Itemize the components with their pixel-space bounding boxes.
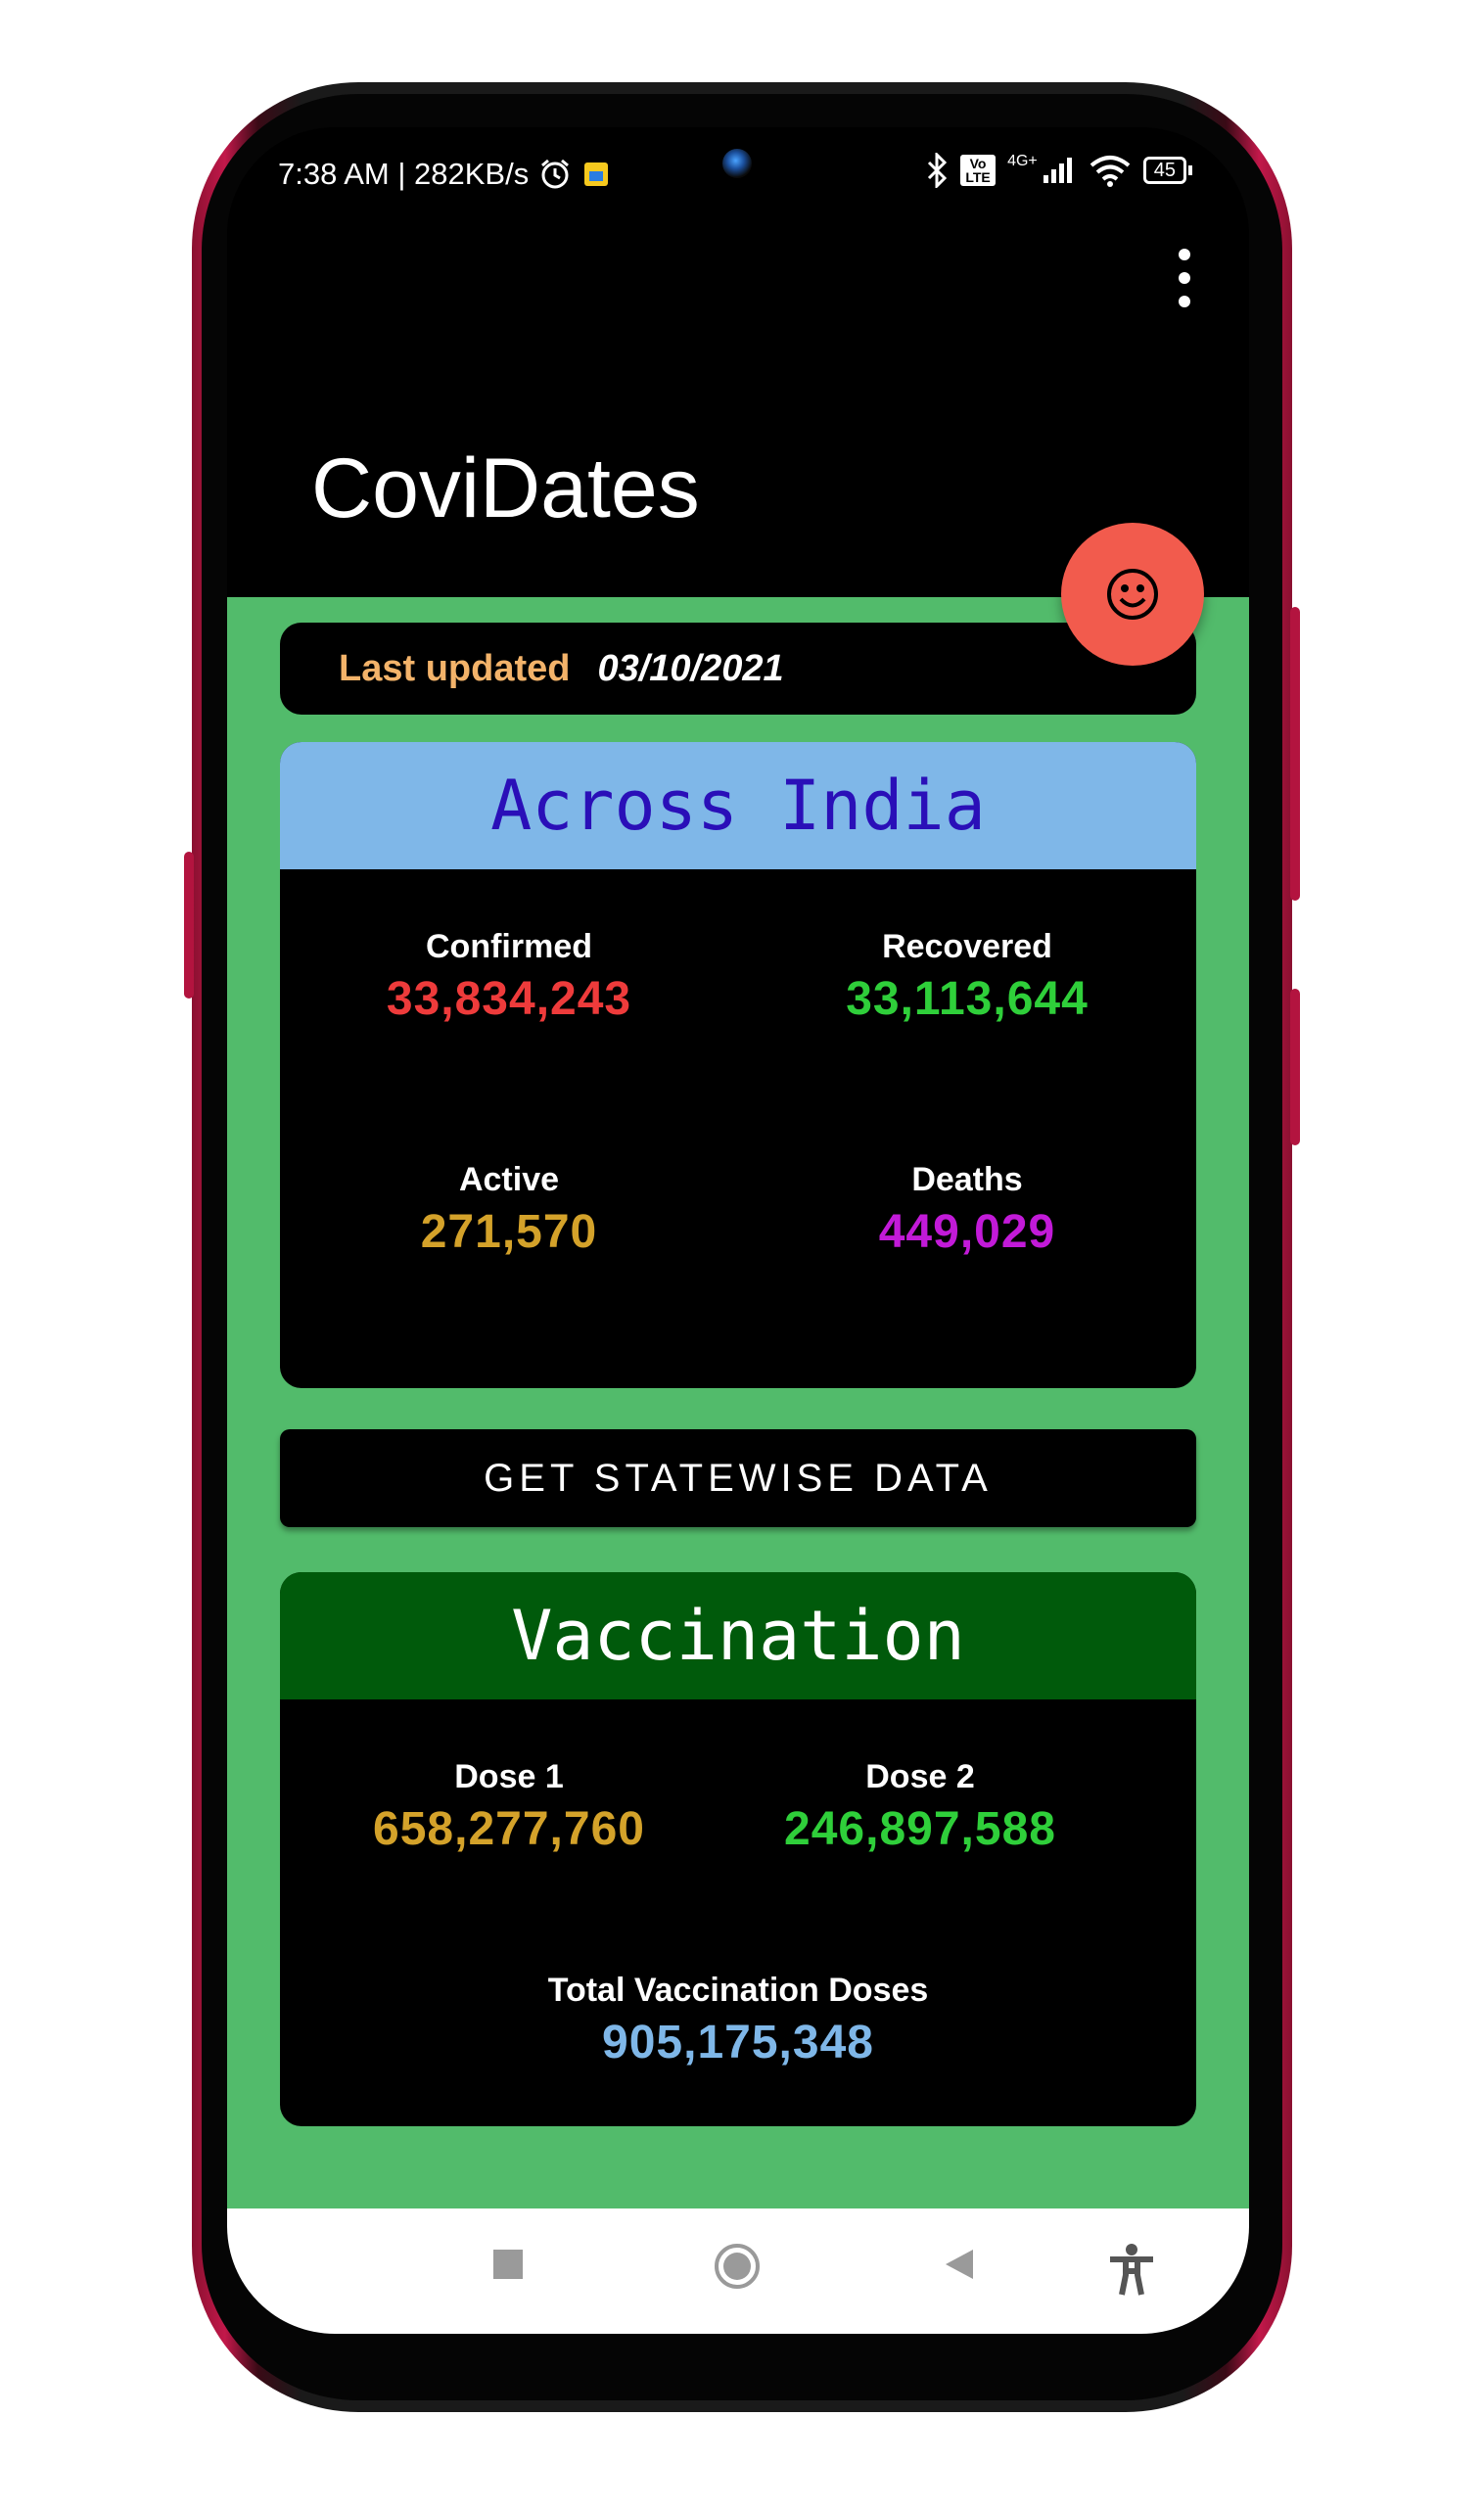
phone-side-button — [184, 852, 194, 999]
deaths-value: 449,029 — [878, 1206, 1056, 1258]
recovered-label: Recovered — [882, 928, 1052, 965]
dose2-value: 246,897,588 — [784, 1803, 1056, 1855]
battery-tip — [1188, 165, 1192, 175]
recovered-stat: Recovered 33,113,644 — [738, 928, 1196, 1026]
status-right: Vo LTE 4G+ 45 — [925, 153, 1192, 188]
confirmed-value: 33,834,243 — [386, 973, 632, 1025]
active-value: 271,570 — [420, 1206, 598, 1258]
phone-side-button — [1290, 989, 1300, 1145]
status-time-speed: 7:38 AM | 282KB/s — [278, 157, 530, 191]
more-vert-icon[interactable] — [1173, 249, 1196, 307]
phone-side-button — [1290, 607, 1300, 901]
bluetooth-icon — [928, 153, 948, 188]
square-recents-icon[interactable] — [491, 2248, 525, 2286]
confirmed-stat: Confirmed 33,834,243 — [280, 928, 738, 1026]
dose1-value: 658,277,760 — [373, 1803, 645, 1855]
vaccination-card: Vaccination Dose 1 658,277,760 Dose 2 24… — [280, 1572, 1196, 2126]
deaths-label: Deaths — [911, 1161, 1023, 1198]
dose2-stat: Dose 2 246,897,588 — [715, 1758, 1126, 1856]
navigation-bar — [227, 2208, 1249, 2334]
confirmed-label: Confirmed — [426, 928, 592, 965]
volte-icon: Vo LTE — [960, 155, 997, 186]
dose1-label: Dose 1 — [454, 1758, 564, 1795]
dose1-stat: Dose 1 658,277,760 — [303, 1758, 715, 1856]
total-doses-label: Total Vaccination Doses — [547, 1972, 929, 2009]
circle-home-icon[interactable] — [713, 2242, 762, 2296]
triangle-back-icon[interactable] — [942, 2248, 975, 2286]
app-notification-icon — [584, 163, 609, 186]
deaths-stat: Deaths 449,029 — [738, 1161, 1196, 1259]
total-doses-stat: Total Vaccination Doses 905,175,348 — [280, 1972, 1196, 2069]
vaccination-header: Vaccination — [280, 1572, 1196, 1699]
across-india-card: Across India Confirmed 33,834,243 Recove… — [280, 742, 1196, 1388]
smiley-face-icon — [1107, 569, 1158, 620]
last-updated-card: Last updated 03/10/2021 — [280, 623, 1196, 715]
alarm-icon — [541, 159, 570, 189]
accessibility-icon[interactable] — [1108, 2244, 1155, 2301]
battery-level: 45 — [1142, 157, 1186, 184]
network-type-label: 4G+ — [1007, 153, 1038, 169]
total-doses-value: 905,175,348 — [602, 2017, 874, 2068]
app-title: CoviDates — [311, 442, 700, 535]
feedback-fab-button[interactable] — [1061, 523, 1204, 666]
status-left: 7:38 AM | 282KB/s — [278, 157, 611, 192]
across-india-header: Across India — [280, 742, 1196, 869]
dose2-label: Dose 2 — [865, 1758, 975, 1795]
wifi-icon — [1090, 156, 1131, 187]
last-updated-date: 03/10/2021 — [597, 647, 784, 689]
active-stat: Active 271,570 — [280, 1161, 738, 1259]
recovered-value: 33,113,644 — [846, 973, 1089, 1025]
last-updated-label: Last updated — [339, 647, 571, 689]
phone-screen: 7:38 AM | 282KB/s Vo LTE 4G+ 45 CoviDate… — [227, 127, 1249, 2334]
signal-strength-icon — [1043, 158, 1072, 183]
get-statewise-data-button[interactable]: GET STATEWISE DATA — [280, 1429, 1196, 1527]
battery-icon: 45 — [1142, 157, 1192, 184]
front-camera-icon — [722, 149, 752, 178]
active-label: Active — [458, 1161, 560, 1198]
